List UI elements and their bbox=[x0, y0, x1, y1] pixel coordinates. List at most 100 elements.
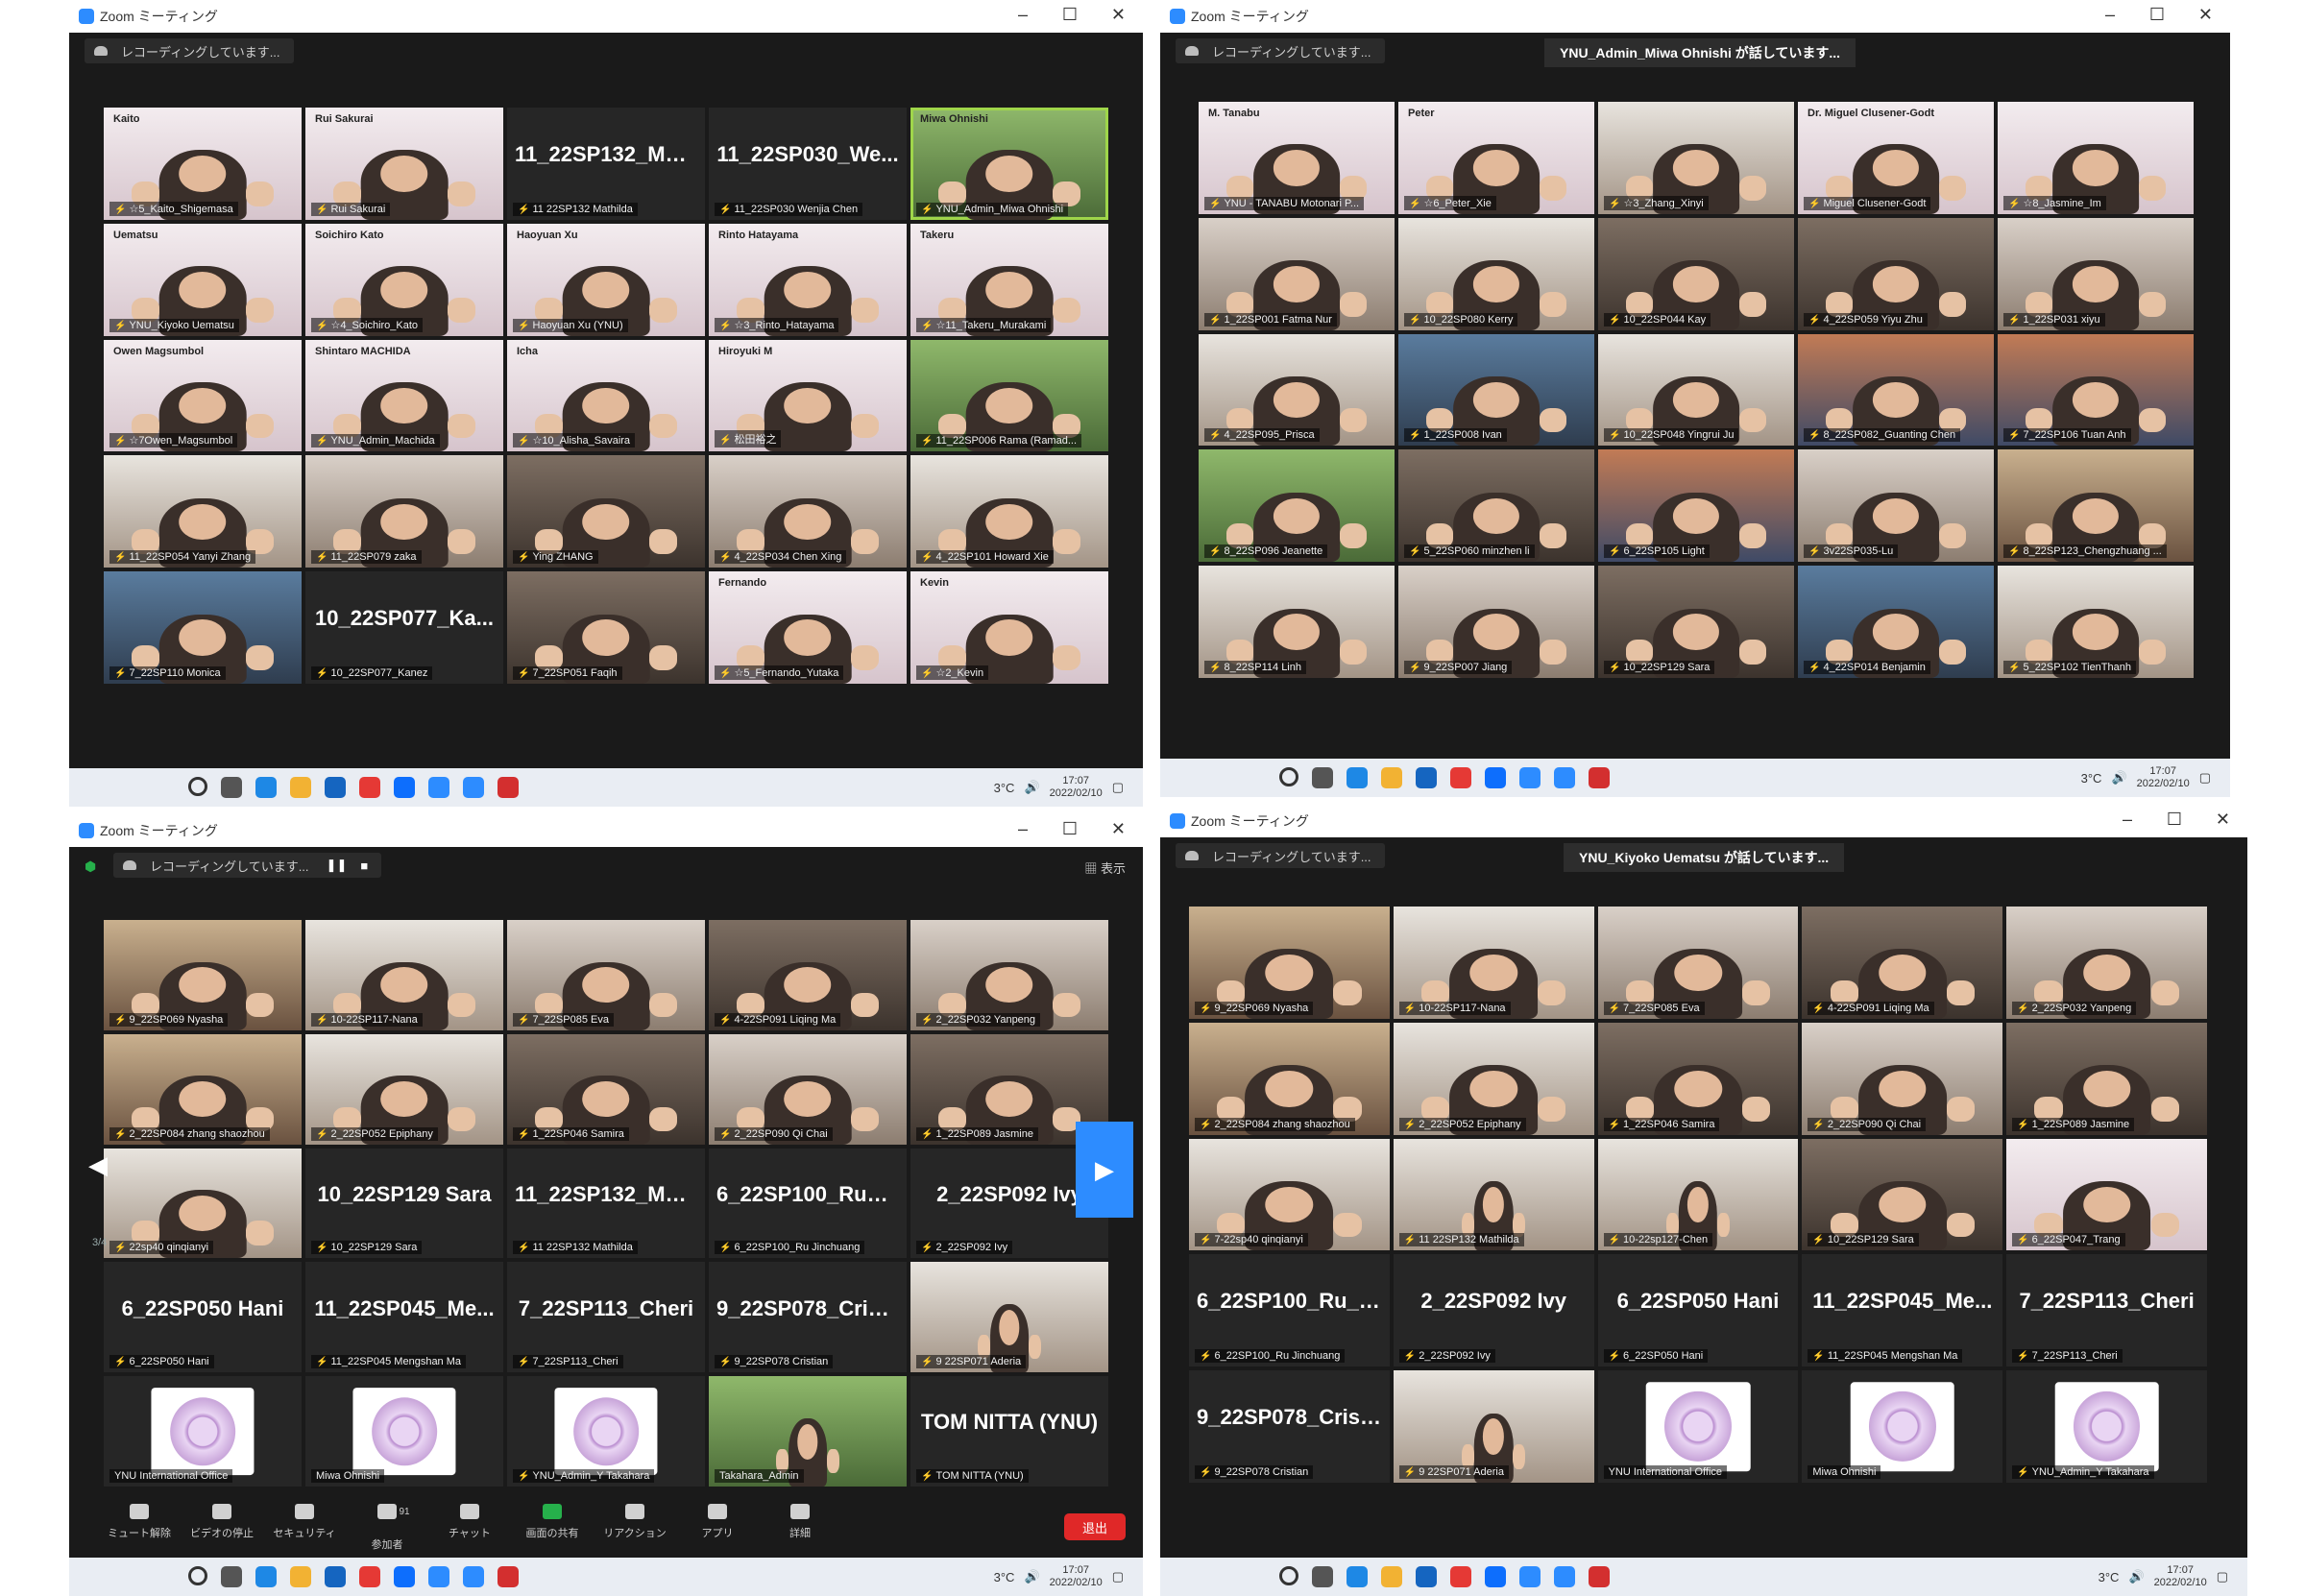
participant-tile[interactable]: 10_22SP129 Sara 10_22SP129 Sara bbox=[305, 1148, 503, 1259]
participant-tile[interactable]: 10-22SP117-Nana bbox=[1393, 907, 1594, 1019]
participant-tile[interactable]: 6_22SP100_Ru_Ji... 6_22SP100_Ru Jinchuang bbox=[1189, 1254, 1390, 1367]
participant-tile[interactable]: Hiroyuki M 松田裕之 bbox=[709, 339, 907, 452]
participant-tile[interactable]: 2_22SP090 Qi Chai bbox=[709, 1033, 907, 1145]
participant-tile[interactable]: YNU International Office bbox=[1597, 1370, 1799, 1483]
participant-tile[interactable]: 2_22SP052 Epiphany bbox=[1393, 1022, 1594, 1135]
participant-tile[interactable]: 11_22SP132_Mat... 11 22SP132 Mathilda bbox=[507, 108, 705, 220]
participant-tile[interactable]: M. Tanabu YNU - TANABU Motonari P... bbox=[1199, 102, 1395, 214]
toolbar-button[interactable]: アプリ bbox=[676, 1504, 759, 1558]
mail-icon[interactable] bbox=[1416, 767, 1437, 788]
acrobat-icon[interactable] bbox=[1589, 1566, 1610, 1587]
participant-tile[interactable]: 11_22SP054 Yanyi Zhang bbox=[104, 455, 302, 568]
participant-tile[interactable]: ☆8_Jasmine_Im bbox=[1998, 102, 2194, 214]
recording-indicator[interactable]: レコーディングしています... ❚❚ ■ bbox=[113, 853, 382, 878]
participant-tile[interactable]: Kaito ☆5_Kaito_Shigemasa bbox=[104, 108, 302, 220]
pause-icon[interactable]: ❚❚ bbox=[327, 858, 348, 873]
minimize-icon[interactable]: – bbox=[1018, 819, 1028, 839]
folder-icon[interactable] bbox=[290, 1566, 311, 1587]
taskbar-clock[interactable]: 17:07 2022/02/10 bbox=[1050, 1564, 1103, 1589]
participant-tile[interactable]: 1_22SP089 Jasmine bbox=[2006, 1022, 2207, 1135]
participant-tile[interactable]: 7_22SP085 Eva bbox=[507, 920, 705, 1030]
toolbar-button[interactable]: 91 参加者 bbox=[346, 1504, 428, 1558]
chrome-icon[interactable] bbox=[1450, 1566, 1471, 1587]
participant-tile[interactable]: 2_22SP090 Qi Chai bbox=[1802, 1022, 2003, 1135]
participant-tile[interactable]: Rui Sakurai Rui Sakurai bbox=[305, 108, 503, 220]
participant-tile[interactable]: Takeru ☆11_Takeru_Murakami bbox=[910, 223, 1108, 336]
participant-tile[interactable]: 11_22SP030_We... 11_22SP030 Wenjia Chen bbox=[709, 108, 907, 220]
chrome-icon[interactable] bbox=[359, 1566, 380, 1587]
participant-tile[interactable]: 22sp40 qinqianyi bbox=[104, 1148, 302, 1259]
participant-tile[interactable]: 6_22SP105 Light bbox=[1598, 449, 1794, 563]
recording-indicator[interactable]: レコーディングしています... bbox=[85, 38, 294, 63]
participant-tile[interactable]: Miwa Ohnishi bbox=[1802, 1370, 2003, 1483]
app-icon[interactable] bbox=[394, 777, 415, 798]
notification-icon[interactable]: ▢ bbox=[2199, 770, 2211, 786]
participant-tile[interactable]: Shintaro MACHIDA YNU_Admin_Machida bbox=[305, 339, 503, 452]
acrobat-icon[interactable] bbox=[1589, 767, 1610, 788]
participant-tile[interactable]: 7_22SP113_Cheri 7_22SP113_Cheri bbox=[2006, 1254, 2207, 1367]
paint-icon[interactable] bbox=[428, 777, 449, 798]
participant-tile[interactable]: 1_22SP008 Ivan bbox=[1398, 333, 1594, 447]
participant-tile[interactable]: 2_22SP052 Epiphany bbox=[305, 1033, 503, 1145]
participant-tile[interactable]: 4_22SP014 Benjamin bbox=[1798, 566, 1994, 678]
participant-tile[interactable]: 4-22SP091 Liqing Ma bbox=[709, 920, 907, 1030]
leave-button[interactable]: 退出 bbox=[1064, 1513, 1126, 1540]
search-icon[interactable] bbox=[1279, 767, 1298, 786]
participant-tile[interactable]: 8_22SP096 Jeanette bbox=[1199, 449, 1395, 563]
participant-tile[interactable]: TOM NITTA (YNU) TOM NITTA (YNU) bbox=[910, 1376, 1108, 1487]
task-view-icon[interactable] bbox=[221, 1566, 242, 1587]
taskbar-clock[interactable]: 17:07 2022/02/10 bbox=[2137, 765, 2190, 790]
edge-icon[interactable] bbox=[255, 777, 277, 798]
acrobat-icon[interactable] bbox=[497, 777, 519, 798]
folder-icon[interactable] bbox=[290, 777, 311, 798]
participant-tile[interactable]: 6_22SP050 Hani 6_22SP050 Hani bbox=[1597, 1254, 1799, 1367]
participant-tile[interactable]: 9_22SP069 Nyasha bbox=[1189, 907, 1390, 1019]
app-icon[interactable] bbox=[1485, 767, 1506, 788]
zoom-icon[interactable] bbox=[1554, 1566, 1575, 1587]
next-page-arrow[interactable]: ▶ bbox=[1076, 1122, 1133, 1218]
participant-tile[interactable]: 7_22SP085 Eva bbox=[1597, 907, 1799, 1019]
paint-icon[interactable] bbox=[1519, 767, 1541, 788]
minimize-icon[interactable]: – bbox=[2123, 810, 2132, 830]
participant-tile[interactable]: 10_22SP077_Ka... 10_22SP077_Kanez bbox=[305, 571, 503, 684]
participant-tile[interactable]: 10_22SP129 Sara bbox=[1598, 566, 1794, 678]
search-icon[interactable] bbox=[188, 777, 207, 796]
paint-icon[interactable] bbox=[1519, 1566, 1541, 1587]
participant-tile[interactable]: 1_22SP001 Fatma Nur bbox=[1199, 217, 1395, 330]
participant-tile[interactable]: 9_22SP069 Nyasha bbox=[104, 920, 302, 1030]
participant-tile[interactable]: 11 22SP132 Mathilda bbox=[1393, 1138, 1594, 1251]
participant-tile[interactable]: 5_22SP060 minzhen li bbox=[1398, 449, 1594, 563]
participant-tile[interactable]: 7_22SP110 Monica bbox=[104, 571, 302, 684]
maximize-icon[interactable]: ☐ bbox=[2149, 5, 2165, 25]
participant-tile[interactable]: 6_22SP100_Ru_Ji... 6_22SP100_Ru Jinchuang bbox=[709, 1148, 907, 1259]
taskbar-clock[interactable]: 17:07 2022/02/10 bbox=[1050, 775, 1103, 800]
close-icon[interactable]: ✕ bbox=[1111, 819, 1126, 839]
participant-tile[interactable]: Miwa Ohnishi YNU_Admin_Miwa Ohnishi bbox=[910, 108, 1108, 220]
chrome-icon[interactable] bbox=[359, 777, 380, 798]
close-icon[interactable]: ✕ bbox=[1111, 5, 1126, 25]
folder-icon[interactable] bbox=[1381, 1566, 1402, 1587]
toolbar-button[interactable]: ミュート解除 bbox=[98, 1504, 181, 1558]
toolbar-button[interactable]: ビデオの停止 bbox=[181, 1504, 263, 1558]
participant-tile[interactable]: 1_22SP031 xiyu bbox=[1998, 217, 2194, 330]
task-view-icon[interactable] bbox=[221, 777, 242, 798]
app-icon[interactable] bbox=[394, 1566, 415, 1587]
zoom-icon[interactable] bbox=[1554, 767, 1575, 788]
notification-icon[interactable]: ▢ bbox=[2217, 1569, 2228, 1584]
volume-icon[interactable]: 🔊 bbox=[2128, 1569, 2144, 1584]
participant-tile[interactable]: 10-22sp127-Chen bbox=[1597, 1138, 1799, 1251]
task-view-icon[interactable] bbox=[1312, 1566, 1333, 1587]
notification-icon[interactable]: ▢ bbox=[1112, 780, 1124, 795]
participant-tile[interactable]: 8_22SP114 Linh bbox=[1199, 566, 1395, 678]
participant-tile[interactable]: 8_22SP082_Guanting Chen bbox=[1798, 333, 1994, 447]
minimize-icon[interactable]: – bbox=[1018, 5, 1028, 25]
participant-tile[interactable]: 2_22SP032 Yanpeng bbox=[2006, 907, 2207, 1019]
toolbar-button[interactable]: リアクション bbox=[594, 1504, 676, 1558]
toolbar-button[interactable]: 画面の共有 bbox=[511, 1504, 594, 1558]
participant-tile[interactable]: 11_22SP006 Rama (Ramad... bbox=[910, 339, 1108, 452]
participant-tile[interactable]: 2_22SP084 zhang shaozhou bbox=[104, 1033, 302, 1145]
participant-tile[interactable]: 7_22SP106 Tuan Anh bbox=[1998, 333, 2194, 447]
volume-icon[interactable]: 🔊 bbox=[1024, 780, 1039, 795]
toolbar-button[interactable]: セキュリティ bbox=[263, 1504, 346, 1558]
participant-tile[interactable]: Owen Magsumbol ☆7Owen_Magsumbol bbox=[104, 339, 302, 452]
